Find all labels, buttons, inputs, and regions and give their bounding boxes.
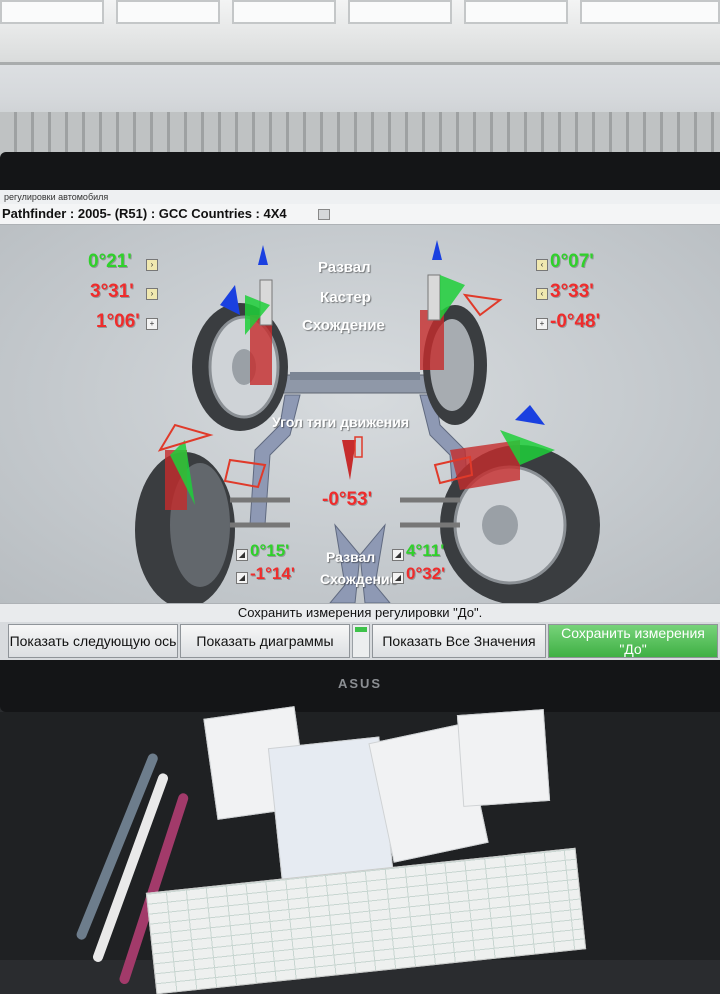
front-left-toe-value: 1°06' (96, 311, 140, 332)
rear-left-camber-icon: ◢ (236, 549, 248, 561)
rear-right-toe-icon: ◢ (392, 572, 404, 584)
rear-right-toe-value: 0°32' (406, 564, 446, 583)
front-right-toe-icon: + (536, 318, 548, 330)
green-indicator-icon (355, 627, 367, 632)
rear-left-toe-icon: ◢ (236, 572, 248, 584)
front-left-caster-icon: › (146, 288, 158, 300)
window-pane (232, 0, 336, 24)
window-pane (0, 0, 104, 24)
thrust-angle-value: -0°53' (322, 489, 373, 510)
business-card (456, 709, 551, 807)
show-diagrams-button[interactable]: Показать диаграммы (180, 624, 350, 658)
window-pane (116, 0, 220, 24)
rear-left-toe-value: -1°14' (250, 564, 295, 583)
window-pane (348, 0, 452, 24)
thrust-angle-indicator (342, 436, 363, 480)
window-pane (464, 0, 568, 24)
monitor: регулировки автомобиля Pathfinder : 2005… (0, 152, 720, 712)
vehicle-info-bar: Pathfinder : 2005- (R51) : GCC Countries… (0, 204, 720, 225)
front-right-caster-value: 3°33' (550, 281, 594, 302)
front-right-wheel-graphic (420, 240, 503, 425)
thrust-angle-label: Угол тяги движения (272, 414, 410, 430)
front-right-toe-value: -0°48' (550, 311, 601, 332)
action-buttons: Показать следующую ось Показать диаграмм… (0, 622, 720, 660)
window-background (0, 0, 720, 160)
status-bar: Сохранить измерения регулировки "До". (0, 603, 720, 622)
toolbar-toggle[interactable] (352, 624, 370, 658)
front-left-wheel-graphic (192, 245, 288, 431)
front-caster-label: Кастер (320, 289, 371, 306)
front-right-camber-icon: ‹ (536, 259, 548, 271)
front-left-toe-icon: + (146, 318, 158, 330)
alignment-canvas: Развал Кастер Схождение 0°21' › 3°31' › … (0, 225, 720, 603)
rear-left-camber-value: 0°15' (250, 541, 290, 560)
vehicle-spec: Pathfinder : 2005- (R51) : GCC Countries… (2, 206, 287, 221)
alignment-screen: регулировки автомобиля Pathfinder : 2005… (0, 190, 720, 660)
rear-toe-label: Схождение (320, 571, 398, 587)
show-all-values-button[interactable]: Показать Все Значения (372, 624, 546, 658)
front-left-camber-value: 0°21' (88, 251, 132, 272)
front-toe-label: Схождение (302, 317, 385, 334)
front-camber-label: Развал (318, 259, 371, 276)
window-title: регулировки автомобиля (0, 190, 720, 205)
front-right-caster-icon: ‹ (536, 288, 548, 300)
window-frame (0, 0, 720, 65)
rear-camber-label: Развал (326, 549, 376, 565)
vehicle-select-icon[interactable] (318, 209, 330, 220)
front-left-caster-value: 3°31' (90, 281, 134, 302)
front-left-camber-icon: › (146, 259, 158, 271)
front-right-camber-value: 0°07' (550, 251, 594, 272)
rear-right-camber-value: 4°11' (406, 541, 445, 560)
window-pane (580, 0, 720, 24)
save-before-measurements-button[interactable]: Сохранить измерения "До" (548, 624, 718, 658)
show-next-axle-button[interactable]: Показать следующую ось (8, 624, 178, 658)
rear-right-camber-icon: ◢ (392, 549, 404, 561)
monitor-brand-logo: ASUS (337, 676, 383, 691)
